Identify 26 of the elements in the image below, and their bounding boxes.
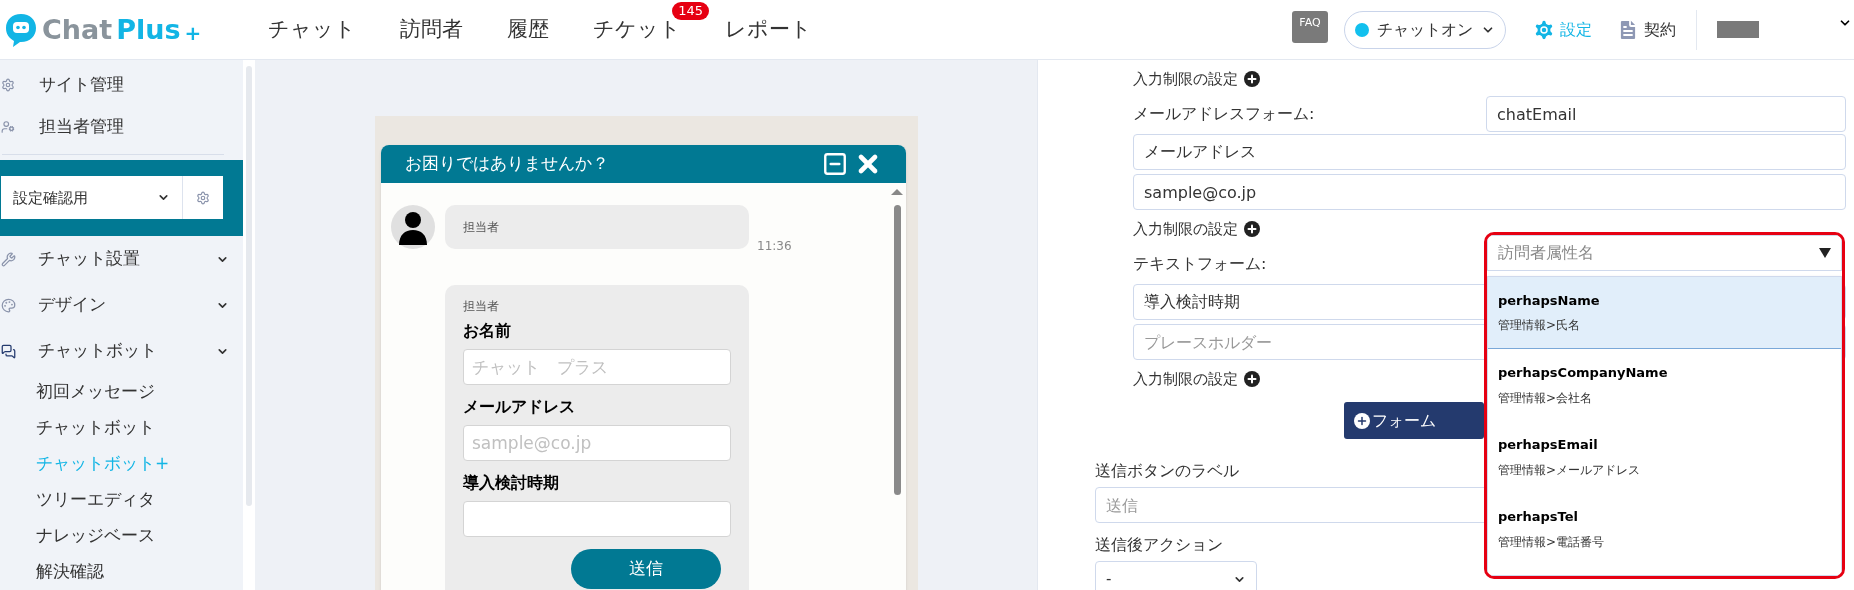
logo-text: Chat [42,16,113,43]
form-label: メールアドレス [463,396,576,418]
option-name: perhapsEmail [1498,436,1599,455]
option-path: 管理情報>氏名 [1498,317,1582,335]
form-type-label: テキストフォーム: [1133,253,1268,275]
option-name: perhapsTel [1498,508,1580,527]
widget-title: お困りではありませんか？ [405,152,610,176]
option-name: perhapsName [1498,291,1601,310]
field-label: 送信ボタンのラベル [1095,460,1239,482]
logo-mark: + [184,19,202,47]
option-path: 管理情報>会社名 [1498,389,1594,407]
restriction-label: 入力制限の設定 [1133,218,1238,240]
option-path: 管理情報>電話番号 [1498,533,1606,551]
sender-name: 担当者 [463,219,499,236]
sender-name: 担当者 [463,298,500,315]
option-name: perhapsCompanyName [1498,364,1669,383]
form-label: 導入検討時期 [463,472,560,494]
form-type-label: メールアドレスフォーム: [1133,103,1316,125]
option-path: 管理情報>メールアドレス [1498,461,1642,479]
logo-text: Plus [116,16,181,43]
field-label: 送信後アクション [1095,534,1223,556]
restriction-label: 入力制限の設定 [1133,368,1238,390]
restriction-label: 入力制限の設定 [1133,68,1238,90]
form-label: お名前 [463,320,512,342]
count-badge: 145 [672,1,709,20]
message-time: 11:36 [757,238,792,255]
